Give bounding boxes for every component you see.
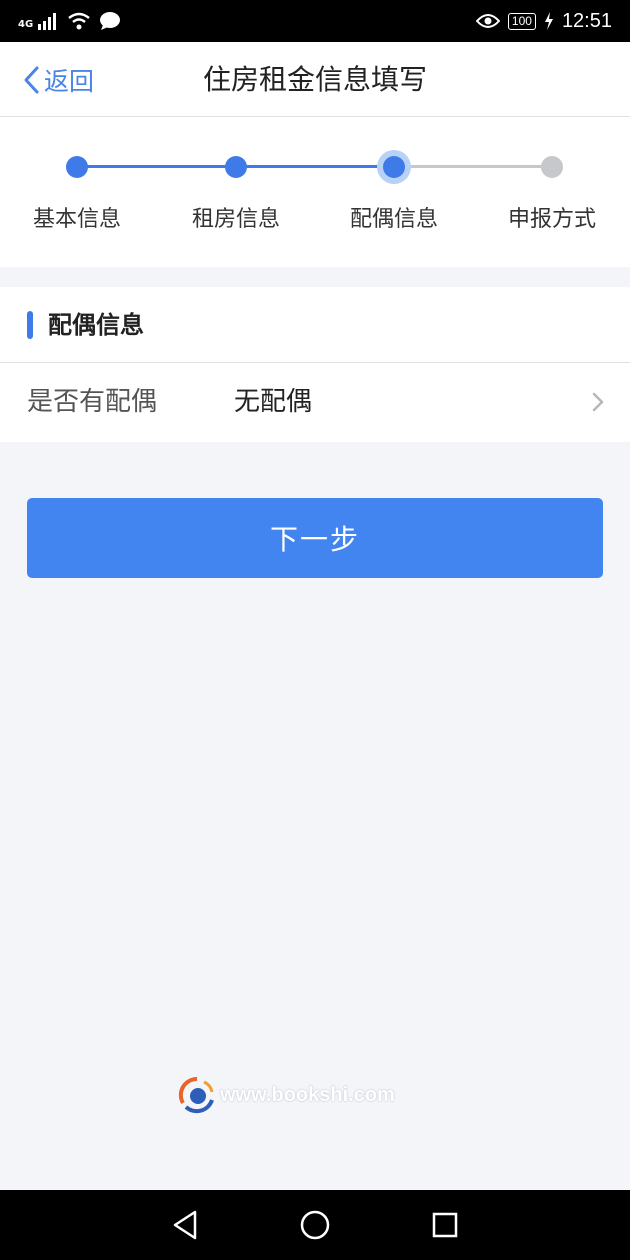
progress-stepper: 基本信息 租房信息 配偶信息 申报方式 <box>0 117 630 267</box>
nav-back-icon <box>173 1210 197 1240</box>
back-chevron-icon <box>24 66 39 93</box>
spouse-row-value: 无配偶 <box>234 387 313 417</box>
system-nav-bar <box>0 1190 630 1260</box>
charging-icon <box>544 12 553 30</box>
step-connector <box>236 165 394 168</box>
step-label: 基本信息 <box>32 207 121 232</box>
watermark-logo-icon <box>178 1076 214 1114</box>
step-label: 配偶信息 <box>349 207 438 232</box>
next-step-button[interactable]: 下一步 <box>27 498 603 578</box>
step-label: 申报方式 <box>507 207 596 232</box>
signal-icon <box>38 13 57 30</box>
watermark-text: www.bookshi.com <box>220 1083 395 1106</box>
step-connector <box>77 165 235 168</box>
spouse-row-label: 是否有配偶 <box>27 387 158 417</box>
eye-icon <box>475 14 500 28</box>
clock: 12:51 <box>561 9 612 32</box>
section-header: 配偶信息 <box>0 287 630 363</box>
step-dot-current <box>383 156 405 178</box>
nav-back-button[interactable] <box>165 1205 205 1245</box>
back-button[interactable]: 返回 <box>22 42 94 117</box>
step-dot <box>541 156 563 178</box>
wifi-icon <box>68 12 90 30</box>
back-label: 返回 <box>44 66 95 96</box>
network-type-label: 4G <box>18 19 34 30</box>
nav-recent-button[interactable] <box>425 1205 465 1245</box>
step-label: 租房信息 <box>191 207 280 232</box>
watermark: www.bookshi.com <box>178 1075 395 1115</box>
spouse-select-row[interactable]: 是否有配偶 无配偶 <box>0 363 630 441</box>
nav-home-button[interactable] <box>295 1205 335 1245</box>
status-left: 4G <box>18 11 121 31</box>
spouse-info-card: 配偶信息 是否有配偶 无配偶 <box>0 287 630 442</box>
battery-indicator: 100 <box>507 12 536 30</box>
nav-recent-icon <box>432 1212 458 1238</box>
step-connector <box>394 165 552 168</box>
header: 返回 住房租金信息填写 <box>0 42 630 117</box>
nav-home-icon <box>300 1210 330 1240</box>
step-dot <box>225 156 247 178</box>
status-right: 100 12:51 <box>475 9 612 33</box>
step-dot <box>66 156 88 178</box>
message-icon <box>100 12 121 30</box>
section-accent-bar <box>27 311 33 339</box>
chevron-right-icon <box>592 392 604 412</box>
status-bar: 4G 100 12:51 <box>0 0 630 42</box>
page-title: 住房租金信息填写 <box>202 63 427 96</box>
section-title: 配偶信息 <box>48 311 144 339</box>
